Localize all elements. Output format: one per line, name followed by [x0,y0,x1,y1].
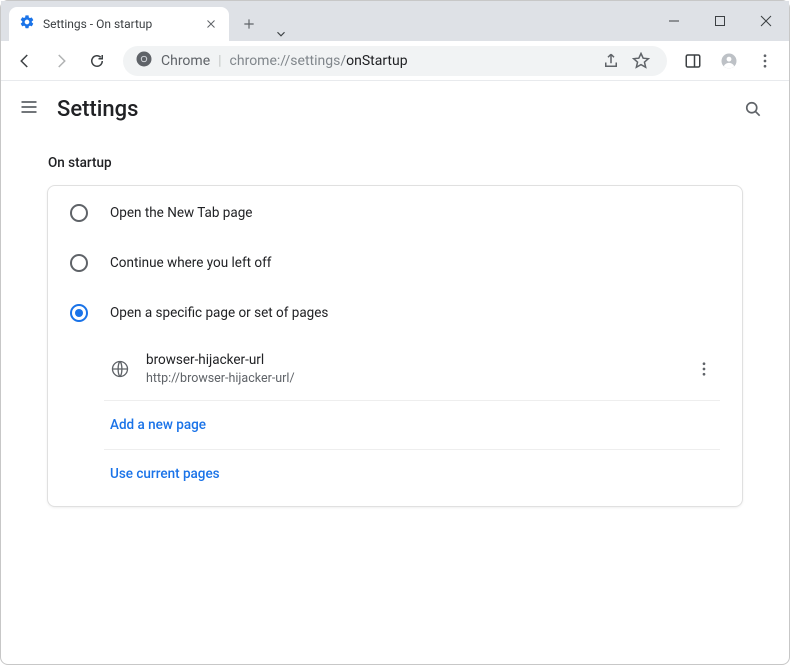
gear-icon [19,14,35,34]
globe-icon [110,359,130,379]
browser-tab[interactable]: Settings - On startup [9,7,229,41]
chrome-menu-button[interactable] [749,45,781,77]
content: On startup Open the New Tab page Continu… [1,137,789,527]
chrome-icon [135,50,153,72]
profile-button[interactable] [713,45,745,77]
address-bar[interactable]: Chrome | chrome://settings/onStartup [123,46,667,76]
page-entry-title: browser-hijacker-url [146,352,295,368]
close-tab-button[interactable] [203,16,219,32]
radio-label: Open a specific page or set of pages [110,305,328,321]
omnibox-separator: | [218,53,221,69]
title-bar: Settings - On startup [1,1,789,41]
section-title: On startup [1,137,789,185]
menu-button[interactable] [19,97,39,121]
share-button[interactable] [597,47,625,75]
page-entry-url: http://browser-hijacker-url/ [146,371,295,386]
use-current-pages-button[interactable]: Use current pages [104,450,720,498]
omnibox-actions [597,47,655,75]
radio-specific-pages[interactable]: Open a specific page or set of pages [48,288,742,338]
back-button[interactable] [9,45,41,77]
startup-card: Open the New Tab page Continue where you… [47,185,743,507]
radio-icon [70,254,88,272]
specific-pages-subsection: browser-hijacker-url http://browser-hija… [48,338,742,504]
search-button[interactable] [735,91,771,127]
add-page-button[interactable]: Add a new page [104,401,720,450]
settings-header: Settings [1,81,789,137]
page-title: Settings [57,97,138,122]
side-panel-button[interactable] [677,45,709,77]
tab-title: Settings - On startup [43,17,195,31]
radio-label: Open the New Tab page [110,205,252,221]
page-text: browser-hijacker-url http://browser-hija… [146,352,295,386]
page-entry-more-button[interactable] [688,353,720,385]
omnibox-url: chrome://settings/onStartup [230,53,408,69]
radio-icon [70,204,88,222]
close-window-button[interactable] [743,1,789,41]
minimize-button[interactable] [651,1,697,41]
startup-page-entry: browser-hijacker-url http://browser-hija… [104,338,720,401]
maximize-button[interactable] [697,1,743,41]
forward-button[interactable] [45,45,77,77]
radio-continue[interactable]: Continue where you left off [48,238,742,288]
toolbar: Chrome | chrome://settings/onStartup [1,41,789,81]
omnibox-app-label: Chrome [161,53,210,69]
radio-open-new-tab[interactable]: Open the New Tab page [48,188,742,238]
bookmark-button[interactable] [627,47,655,75]
new-tab-button[interactable] [235,10,263,38]
radio-icon [70,304,88,322]
reload-button[interactable] [81,45,113,77]
tab-search-button[interactable] [263,27,299,41]
radio-label: Continue where you left off [110,255,272,271]
window-controls [651,1,789,41]
